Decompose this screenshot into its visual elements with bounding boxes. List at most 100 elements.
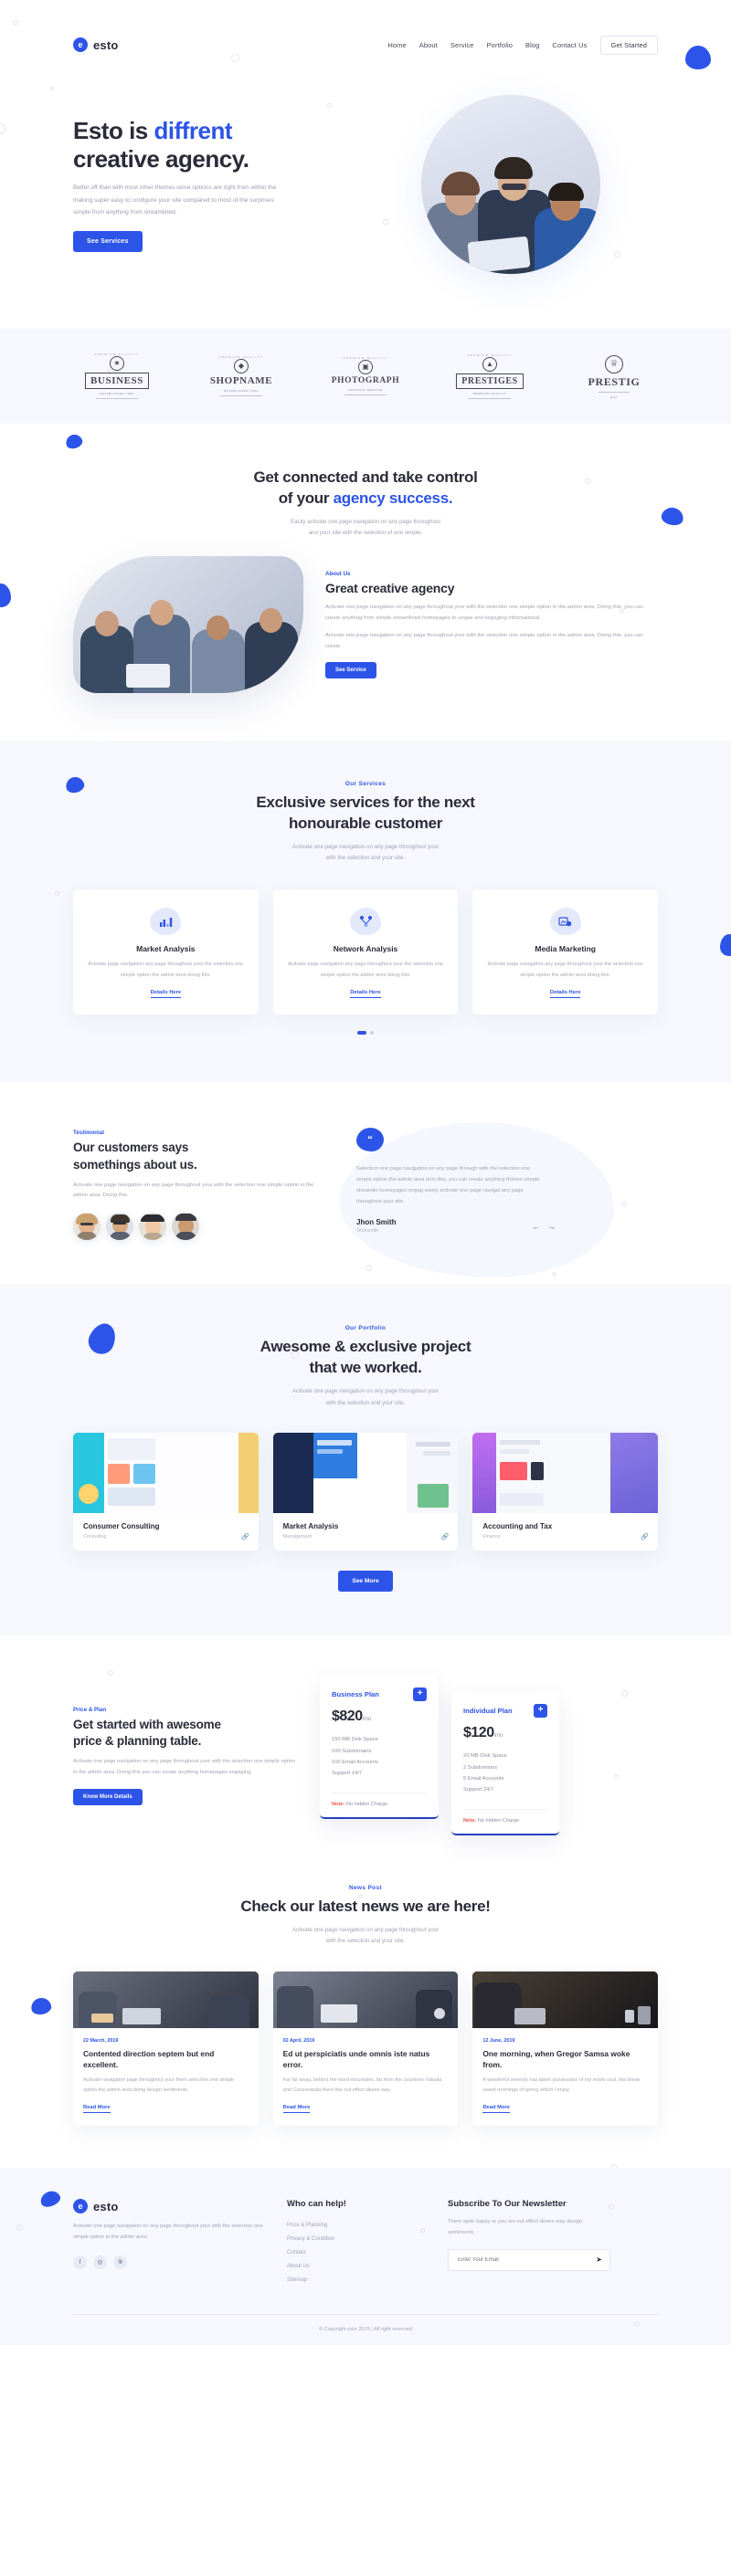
hero-title-accent: diffrent xyxy=(154,117,233,145)
pricing-kicker: Price & Plan xyxy=(73,1706,107,1713)
hero-title-line1-plain: Esto is xyxy=(73,117,154,145)
connected-desc-line2: and your site with the selection of one … xyxy=(308,530,423,537)
pricing-plan-business[interactable]: Business Plan + $820/mo 150 MB Disk Spac… xyxy=(320,1676,439,1819)
hero-title-line2: creative agency. xyxy=(73,144,249,173)
footer-link-privacy-condition[interactable]: Privacy & Condition xyxy=(287,2232,424,2245)
service-card[interactable]: Media Marketing Activate page navigation… xyxy=(472,889,659,1015)
avatar[interactable] xyxy=(73,1213,101,1241)
about-team-photo xyxy=(73,555,303,693)
link-icon[interactable]: 🔗 xyxy=(641,1533,649,1540)
footer-link-price-planning[interactable]: Price & Planning xyxy=(287,2218,424,2232)
plan-feature-list: 20 MB Disk Space 2 Subdomains 5 Email Ac… xyxy=(463,1751,547,1796)
decor-dot xyxy=(16,2224,23,2232)
portfolio-title-line2: that we worked. xyxy=(309,1359,422,1377)
news-card[interactable]: 22 March, 2019 Contented direction septe… xyxy=(73,1971,259,2127)
brand-mark-icon: e xyxy=(73,2199,88,2214)
testimonial-role: Techsmith xyxy=(356,1228,379,1235)
decor-dot xyxy=(0,123,5,134)
service-card[interactable]: Market Analysis Activate page navigation… xyxy=(73,889,259,1015)
connected-title-line2: of your xyxy=(278,489,334,507)
news-card[interactable]: 12 June, 2019 One morning, when Gregor S… xyxy=(472,1971,659,2127)
link-icon[interactable]: 🔗 xyxy=(441,1533,450,1540)
decor-dot xyxy=(552,1271,556,1277)
service-details-link[interactable]: Details Here xyxy=(549,990,581,998)
footer-link-about-us[interactable]: About Us xyxy=(287,2259,424,2273)
service-details-link[interactable]: Details Here xyxy=(150,990,182,998)
decor-dot xyxy=(50,87,54,90)
testimonial-description: Activate one page navigation on any page… xyxy=(73,1182,314,1199)
decor-dot xyxy=(13,20,18,26)
newsletter-title: Subscribe To Our Newsletter xyxy=(448,2199,567,2210)
service-card[interactable]: Network Analysis Activate page navigatio… xyxy=(272,889,459,1015)
see-more-button[interactable]: See More xyxy=(338,1571,393,1593)
see-services-button[interactable]: See Services xyxy=(73,230,143,252)
nav-item-about[interactable]: About xyxy=(419,41,438,49)
service-details-link[interactable]: Details Here xyxy=(350,990,381,998)
hero-title: Esto is diffrent creative agency. xyxy=(73,117,347,173)
avatar[interactable] xyxy=(172,1213,199,1241)
services-title-line1: Exclusive services for the next xyxy=(256,793,475,811)
portfolio-thumbnail xyxy=(472,1433,659,1514)
client-logo-prestiges: PREMIUM QUALITY ▲ PRESTIGES PREMIUM QUAL… xyxy=(446,353,534,402)
footer-link-contact[interactable]: Contact xyxy=(287,2245,424,2259)
read-more-link[interactable]: Read More xyxy=(83,2105,111,2114)
read-more-link[interactable]: Read More xyxy=(482,2105,510,2114)
facebook-icon[interactable]: f xyxy=(73,2255,87,2269)
hero-image-area xyxy=(364,95,658,274)
portfolio-card[interactable]: Consumer Consulting Consulting 🔗 xyxy=(73,1433,259,1551)
pricing-plan-individual[interactable]: Individual Plan + $120/mo 20 MB Disk Spa… xyxy=(451,1692,559,1835)
link-icon[interactable]: 🔗 xyxy=(241,1533,249,1540)
newsletter-email-input[interactable] xyxy=(448,2248,610,2271)
nav-item-home[interactable]: Home xyxy=(387,41,406,49)
news-date: 22 March, 2019 xyxy=(83,2037,119,2044)
plan-price: $820/mo xyxy=(332,1709,427,1725)
footer-logo[interactable]: e esto xyxy=(73,2199,263,2214)
get-started-button[interactable]: Get Started xyxy=(599,35,658,55)
next-arrow-icon[interactable]: → xyxy=(547,1222,556,1231)
hero-section: e esto Home About Service Portfolio Blog… xyxy=(0,0,731,329)
send-icon[interactable]: ➤ xyxy=(596,2255,602,2264)
know-more-details-button[interactable]: Know More Details xyxy=(73,1788,143,1805)
instagram-icon[interactable]: ◎ xyxy=(93,2255,107,2269)
portfolio-card[interactable]: Accounting and Tax Finance 🔗 xyxy=(472,1433,659,1551)
footer-link-sitemap[interactable]: Sitemap xyxy=(287,2273,424,2287)
news-title: Check our latest news we are here! xyxy=(240,1897,491,1915)
read-more-link[interactable]: Read More xyxy=(282,2105,311,2114)
plus-icon[interactable]: + xyxy=(534,1704,547,1719)
carousel-dot[interactable] xyxy=(370,1030,374,1035)
nav-item-portfolio[interactable]: Portfolio xyxy=(487,41,513,49)
prev-arrow-icon[interactable]: ← xyxy=(532,1222,540,1231)
nav-item-contact-us[interactable]: Contact Us xyxy=(552,41,587,49)
plan-note-text: No hidden Charge xyxy=(344,1801,388,1807)
services-carousel-dots[interactable] xyxy=(73,1030,658,1035)
decor-blob xyxy=(37,2188,63,2210)
plan-feature: Support 24/7 xyxy=(332,1771,363,1777)
pricing-title-line2: price & planning table. xyxy=(73,1734,202,1749)
bar-chart-icon xyxy=(150,908,182,936)
dribbble-icon[interactable]: ⑨ xyxy=(113,2255,127,2269)
plus-icon[interactable]: + xyxy=(413,1688,427,1702)
client-logo-arc: PREMIUM QUALITY xyxy=(343,356,388,360)
social-links: f ◎ ⑨ xyxy=(73,2255,263,2269)
news-card-list: 22 March, 2019 Contented direction septe… xyxy=(73,1971,659,2127)
header-bar: e esto Home About Service Portfolio Blog… xyxy=(73,26,658,64)
testimonial-kicker: Testimonial xyxy=(73,1129,104,1136)
brand-logo[interactable]: e esto xyxy=(73,37,119,52)
avatar[interactable] xyxy=(139,1213,166,1241)
news-card[interactable]: 02 April, 2019 Ed ut perspiciatis unde o… xyxy=(272,1971,459,2127)
client-logo-arc: PREMIUM QUALITY xyxy=(467,352,513,357)
services-description: Activate one page navigation on any page… xyxy=(73,842,658,865)
carousel-dot-active[interactable] xyxy=(357,1030,366,1035)
nav-item-service[interactable]: Service xyxy=(450,41,474,49)
see-service-button[interactable]: See Service xyxy=(325,661,376,678)
testimonial-author: Jhon Smith xyxy=(356,1218,397,1227)
pricing-description: Activate one page navigation on any page… xyxy=(73,1759,296,1775)
nav-item-blog[interactable]: Blog xyxy=(525,41,539,49)
network-icon xyxy=(350,908,381,936)
portfolio-card[interactable]: Market Analysis Management 🔗 xyxy=(272,1433,459,1551)
plan-price: $120/mo xyxy=(463,1725,547,1741)
client-logo-arc: PREMIUM QUALITY xyxy=(94,352,140,356)
footer-brand-column: e esto Activate one page navigation on a… xyxy=(73,2199,263,2287)
avatar[interactable] xyxy=(106,1213,133,1241)
portfolio-card-list: Consumer Consulting Consulting 🔗 Market … xyxy=(73,1433,659,1551)
